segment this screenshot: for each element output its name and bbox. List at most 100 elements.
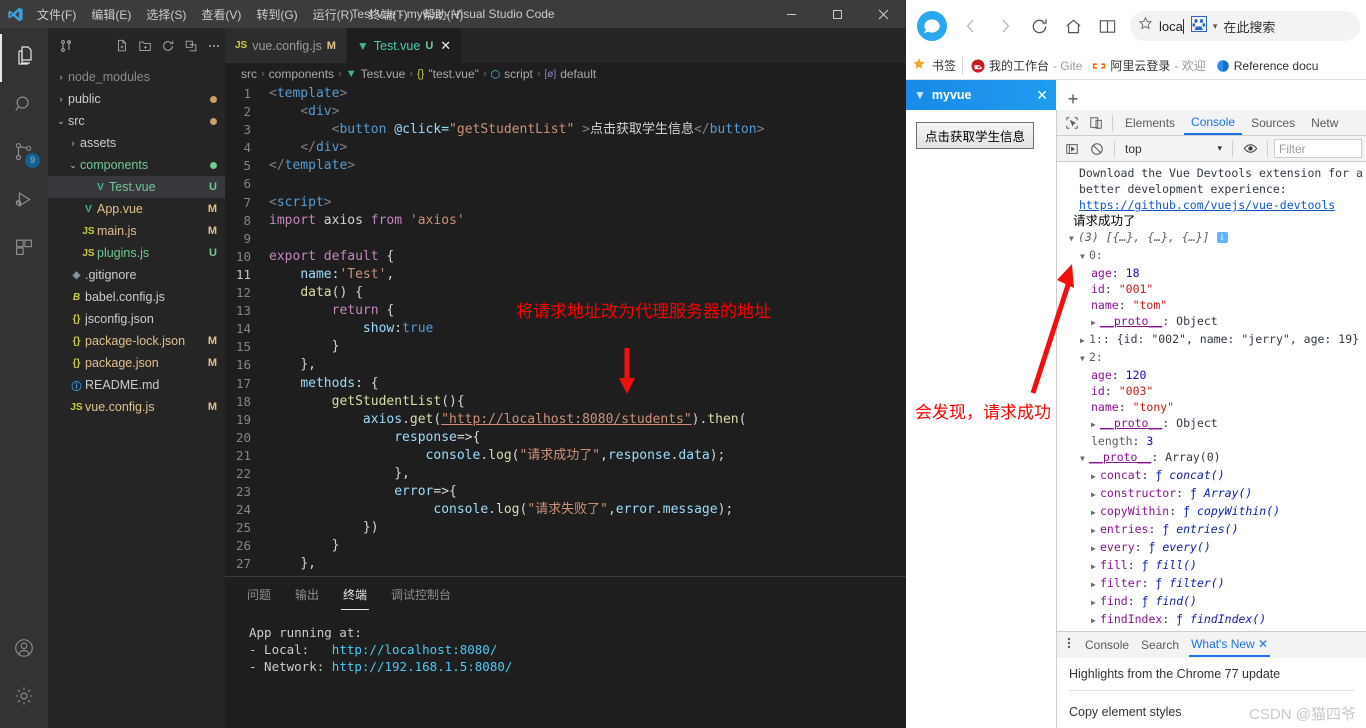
activity-search[interactable] [0, 82, 48, 130]
collapse-triangle-icon[interactable]: ▶ [1091, 577, 1100, 593]
info-icon[interactable]: i [1216, 232, 1228, 243]
menu-help[interactable]: 帮助(H) [416, 2, 471, 27]
console-tree-row[interactable]: ▶ entries: ƒ entries() [1057, 521, 1366, 539]
network-url-link[interactable]: http://192.168.1.5:8080/ [332, 659, 513, 674]
collapse-triangle-icon[interactable]: ▶ [1091, 559, 1100, 575]
clear-console-icon[interactable] [1086, 138, 1108, 160]
chevron-down-icon[interactable]: ⌄ [54, 116, 68, 127]
execute-icon[interactable] [1061, 138, 1083, 160]
new-folder-icon[interactable] [138, 39, 152, 53]
code-editor[interactable]: 1 <template> 2 <div> 3 <button @click="ge… [225, 85, 906, 576]
console-tree-row[interactable]: ▶ every: ƒ every() [1057, 539, 1366, 557]
bookmarks-bar[interactable]: 书签 我的工作台 - Gite 阿里云登录 - 欢迎 Reference doc… [906, 52, 1366, 80]
console-tree-row[interactable]: name: "tom" [1057, 297, 1366, 313]
reading-mode-button[interactable] [1092, 11, 1122, 41]
bookmark-star-icon[interactable] [1138, 16, 1153, 36]
execution-context-select[interactable]: top ▾ [1121, 142, 1226, 156]
breadcrumb-script[interactable]: script [504, 67, 533, 81]
address-bar-text[interactable]: loca [1159, 18, 1185, 34]
console-tree-row[interactable]: ▶ __proto__: Object [1057, 415, 1366, 433]
inspect-element-icon[interactable] [1061, 112, 1083, 134]
tab-vue-config-js[interactable]: JS vue.config.js M [225, 28, 347, 63]
collapse-triangle-icon[interactable]: ▶ [1091, 315, 1100, 331]
expand-triangle-icon[interactable]: ▼ [1080, 351, 1089, 367]
activity-explorer[interactable] [0, 34, 48, 82]
breadcrumb-object[interactable]: "test.vue" [428, 67, 479, 81]
tree-item-node-modules[interactable]: › node_modules [48, 66, 225, 88]
console-tree-row[interactable]: age: 120 [1057, 367, 1366, 383]
breadcrumb-file[interactable]: Test.vue [361, 67, 406, 81]
chevron-right-icon[interactable]: › [54, 72, 68, 82]
collapse-all-icon[interactable] [184, 39, 198, 53]
explorer-kebab-icon[interactable] [58, 39, 72, 53]
console-output[interactable]: Download the Vue Devtools extension for … [1057, 162, 1366, 631]
browser-tab-close-icon[interactable]: ✕ [1036, 87, 1048, 104]
tree-item-app-vue[interactable]: V App.vue M [48, 198, 225, 220]
whats-new-item[interactable]: Copy element styles [1069, 691, 1354, 719]
console-tree-row[interactable]: ▶ constructor: ƒ Array() [1057, 485, 1366, 503]
chevron-right-icon[interactable]: › [54, 94, 68, 104]
menu-run[interactable]: 运行(R) [306, 2, 361, 27]
activity-run-debug[interactable] [0, 178, 48, 226]
editor-tabs[interactable]: JS vue.config.js M ▼ Test.vue U ✕ [225, 28, 906, 63]
tree-item-gitignore[interactable]: ◈ .gitignore [48, 264, 225, 286]
chevron-down-icon[interactable]: ▾ [1213, 21, 1218, 32]
console-tree-row[interactable]: ▶ 1:: {id: "002", name: "jerry", age: 19} [1057, 331, 1366, 349]
console-tree-row[interactable]: ▼ 2: [1057, 349, 1366, 367]
tree-item-package-lock-json[interactable]: {} package-lock.json M [48, 330, 225, 352]
console-tree-row[interactable]: length: 3 [1057, 433, 1366, 449]
panel-tab-output[interactable]: 输出 [293, 580, 321, 609]
collapse-triangle-icon[interactable]: ▶ [1091, 541, 1100, 557]
window-controls[interactable] [768, 0, 906, 28]
menu-selection[interactable]: 选择(S) [139, 2, 193, 27]
console-tree-row[interactable]: name: "tony" [1057, 399, 1366, 415]
panel-tab-problems[interactable]: 问题 [245, 580, 273, 609]
console-tree-row[interactable]: id: "001" [1057, 281, 1366, 297]
collapse-triangle-icon[interactable]: ▶ [1091, 595, 1100, 611]
collapse-triangle-icon[interactable]: ▶ [1080, 333, 1089, 349]
bookmark-gitee[interactable]: 我的工作台 - Gite [969, 57, 1084, 74]
console-tree-row[interactable]: ▶ __proto__: Object [1057, 313, 1366, 331]
expand-triangle-icon[interactable]: ▼ [1080, 249, 1089, 265]
console-tree-row[interactable]: ▶ filter: ƒ filter() [1057, 575, 1366, 593]
home-button[interactable] [1058, 11, 1088, 41]
activity-account[interactable] [0, 626, 48, 674]
more-vertical-icon[interactable] [1063, 636, 1075, 655]
devtools-tab-elements[interactable]: Elements [1118, 112, 1182, 134]
console-tree-row[interactable]: ▶ copyWithin: ƒ copyWithin() [1057, 503, 1366, 521]
expand-triangle-icon[interactable]: ▼ [1080, 451, 1089, 467]
tab-test-vue[interactable]: ▼ Test.vue U ✕ [346, 28, 463, 63]
console-tree-row[interactable]: ▼ __proto__: Array(0) [1057, 449, 1366, 467]
drawer-tab-search[interactable]: Search [1139, 634, 1181, 656]
console-tree-row[interactable]: ▼ 0: [1057, 247, 1366, 265]
console-tree-row[interactable]: ▶ concat: ƒ concat() [1057, 467, 1366, 485]
tab-close-icon[interactable]: ✕ [440, 38, 451, 54]
breadcrumb[interactable]: src › components › ▼ Test.vue › {} "test… [225, 63, 906, 85]
forward-button[interactable] [990, 11, 1020, 41]
close-button[interactable] [860, 0, 906, 28]
collapse-triangle-icon[interactable]: ▶ [1091, 505, 1100, 521]
activity-source-control[interactable]: 9 [0, 130, 48, 178]
collapse-triangle-icon[interactable]: ▶ [1091, 613, 1100, 629]
console-tree-row[interactable]: age: 18 [1057, 265, 1366, 281]
devtools-tabbar[interactable]: Elements Console Sources Netw [1057, 110, 1366, 136]
console-object-tree[interactable]: ▼ 0: age: 18 id: "001" name: "tom" ▶ __proto__… [1057, 247, 1366, 629]
device-toolbar-icon[interactable] [1085, 112, 1107, 134]
console-filterbar[interactable]: top ▾ Filter [1057, 136, 1366, 162]
tree-item-jsconfig-json[interactable]: {} jsconfig.json [48, 308, 225, 330]
new-file-icon[interactable] [115, 39, 129, 53]
maximize-button[interactable] [814, 0, 860, 28]
console-tree-row[interactable]: ▶ findIndex: ƒ findIndex() [1057, 611, 1366, 629]
local-url-link[interactable]: http://localhost:8080/ [332, 642, 498, 657]
address-bar[interactable]: loca ▾ 在此搜索 [1130, 11, 1360, 41]
devtools-tab-console[interactable]: Console [1184, 111, 1243, 135]
activity-extensions[interactable] [0, 226, 48, 274]
tree-item-main-js[interactable]: JS main.js M [48, 220, 225, 242]
chevron-down-icon[interactable]: ⌄ [66, 160, 80, 171]
panel-tabs[interactable]: 问题 输出 终端 调试控制台 [225, 577, 906, 612]
panel-tab-terminal[interactable]: 终端 [341, 580, 370, 610]
new-tab-button[interactable]: + [1056, 89, 1090, 110]
terminal-output[interactable]: App running at: - Local: http://localhos… [225, 612, 906, 728]
console-tree-row[interactable]: ▶ fill: ƒ fill() [1057, 557, 1366, 575]
collapse-triangle-icon[interactable]: ▶ [1091, 487, 1100, 503]
